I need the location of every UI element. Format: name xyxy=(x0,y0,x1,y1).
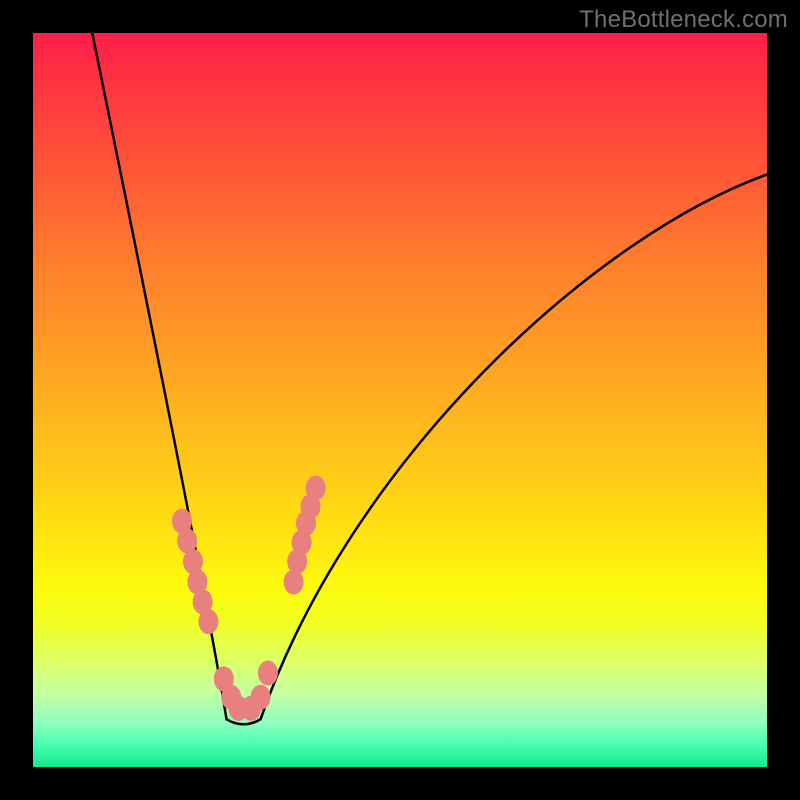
chart-frame: TheBottleneck.com xyxy=(0,0,800,800)
marker-dot xyxy=(258,661,278,686)
bottleneck-curve xyxy=(33,33,767,767)
curve-markers xyxy=(172,476,326,721)
marker-dot xyxy=(251,685,271,710)
marker-dot xyxy=(306,476,326,501)
watermark-text: TheBottleneck.com xyxy=(579,6,788,34)
curve-path xyxy=(91,33,767,724)
marker-dot xyxy=(198,609,218,634)
plot-area xyxy=(33,33,767,767)
